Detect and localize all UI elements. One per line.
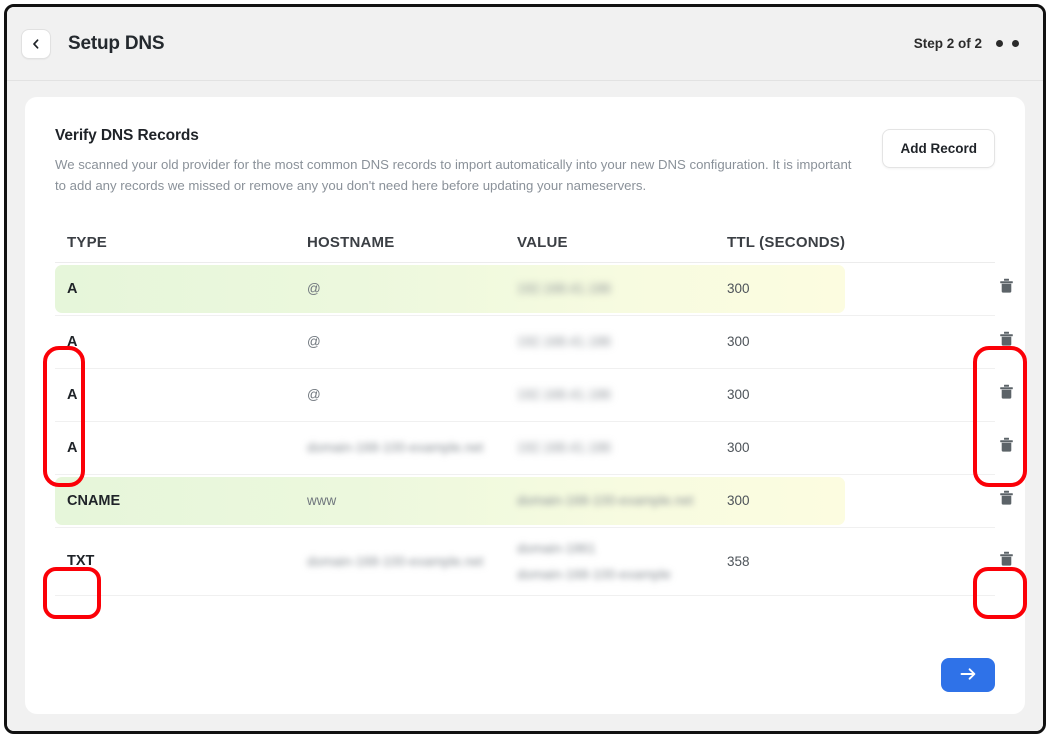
trash-icon[interactable] bbox=[999, 490, 1014, 511]
table-row[interactable]: CNAME www domain-168-100-example.net 300 bbox=[55, 475, 995, 528]
card-footer bbox=[941, 658, 995, 692]
record-value: domain-168-100-example.net bbox=[517, 493, 727, 508]
trash-icon[interactable] bbox=[999, 437, 1014, 458]
record-hostname: www bbox=[307, 493, 517, 508]
card-header: Verify DNS Records We scanned your old p… bbox=[55, 127, 995, 197]
record-type: TXT bbox=[55, 553, 307, 569]
page-title: Setup DNS bbox=[68, 33, 164, 55]
record-type: A bbox=[55, 281, 307, 297]
column-header-value: VALUE bbox=[517, 234, 727, 251]
dns-records-table: TYPE HOSTNAME VALUE TTL (SECONDS) A @ 19… bbox=[55, 223, 995, 596]
trash-icon[interactable] bbox=[999, 551, 1014, 572]
record-type: A bbox=[55, 387, 307, 403]
app-window: Setup DNS Step 2 of 2 Verify DNS Records… bbox=[4, 4, 1046, 734]
column-header-ttl: TTL (SECONDS) bbox=[727, 234, 972, 251]
record-type: A bbox=[55, 440, 307, 456]
redacted-hostname: domain-168-100-example.net bbox=[307, 440, 483, 455]
record-ttl: 300 bbox=[727, 387, 972, 402]
chevron-left-icon bbox=[30, 38, 42, 50]
step-dot-1[interactable] bbox=[996, 40, 1003, 47]
record-type: CNAME bbox=[55, 493, 307, 509]
redacted-value-line-1: domain-1861 bbox=[517, 541, 727, 556]
record-ttl: 358 bbox=[727, 554, 972, 569]
record-value: 192.168.41.186 bbox=[517, 334, 727, 349]
column-header-type: TYPE bbox=[55, 234, 307, 251]
trash-icon[interactable] bbox=[999, 278, 1014, 299]
record-hostname: @ bbox=[307, 334, 517, 349]
record-hostname: domain-168-100-example.net bbox=[307, 440, 517, 455]
record-value: domain-1861 domain-168-100-example bbox=[517, 541, 727, 582]
redacted-value: 192.168.41.186 bbox=[517, 281, 611, 296]
trash-icon[interactable] bbox=[999, 331, 1014, 352]
table-row[interactable]: A @ 192.168.41.186 300 bbox=[55, 316, 995, 369]
record-ttl: 300 bbox=[727, 281, 972, 296]
delete-record-button[interactable] bbox=[972, 490, 1040, 511]
redacted-value: 192.168.41.186 bbox=[517, 440, 611, 455]
table-row[interactable]: A @ 192.168.41.186 300 bbox=[55, 263, 995, 316]
delete-record-button[interactable] bbox=[972, 384, 1040, 405]
record-hostname: domain-168-100-example.net bbox=[307, 554, 517, 569]
record-value: 192.168.41.186 bbox=[517, 387, 727, 402]
delete-record-button[interactable] bbox=[972, 278, 1040, 299]
top-bar: Setup DNS Step 2 of 2 bbox=[7, 7, 1043, 81]
step-dot-2[interactable] bbox=[1012, 40, 1019, 47]
redacted-value: domain-168-100-example.net bbox=[517, 493, 693, 508]
back-button[interactable] bbox=[21, 29, 51, 59]
record-hostname: @ bbox=[307, 387, 517, 402]
delete-record-button[interactable] bbox=[972, 331, 1040, 352]
column-header-hostname: HOSTNAME bbox=[307, 234, 517, 251]
record-ttl: 300 bbox=[727, 334, 972, 349]
table-row[interactable]: A domain-168-100-example.net 192.168.41.… bbox=[55, 422, 995, 475]
table-row[interactable]: A @ 192.168.41.186 300 bbox=[55, 369, 995, 422]
step-indicator: Step 2 of 2 bbox=[914, 36, 1019, 51]
redacted-value: 192.168.41.186 bbox=[517, 334, 611, 349]
delete-record-button[interactable] bbox=[972, 437, 1040, 458]
card-header-text: Verify DNS Records We scanned your old p… bbox=[55, 127, 882, 197]
redacted-value-line-2: domain-168-100-example bbox=[517, 567, 727, 582]
record-type: A bbox=[55, 334, 307, 350]
record-ttl: 300 bbox=[727, 493, 972, 508]
record-value: 192.168.41.186 bbox=[517, 440, 727, 455]
step-label: Step 2 of 2 bbox=[914, 36, 982, 51]
arrow-right-icon bbox=[960, 667, 977, 684]
trash-icon[interactable] bbox=[999, 384, 1014, 405]
record-hostname: @ bbox=[307, 281, 517, 296]
delete-record-button[interactable] bbox=[972, 551, 1040, 572]
table-row[interactable]: TXT domain-168-100-example.net domain-18… bbox=[55, 528, 995, 596]
step-dots bbox=[996, 40, 1019, 47]
redacted-value: 192.168.41.186 bbox=[517, 387, 611, 402]
content-area: Verify DNS Records We scanned your old p… bbox=[7, 81, 1043, 734]
card-title: Verify DNS Records bbox=[55, 127, 862, 145]
record-ttl: 300 bbox=[727, 440, 972, 455]
add-record-button[interactable]: Add Record bbox=[882, 129, 995, 168]
verify-dns-records-card: Verify DNS Records We scanned your old p… bbox=[25, 97, 1025, 714]
table-header-row: TYPE HOSTNAME VALUE TTL (SECONDS) bbox=[55, 223, 995, 263]
record-value: 192.168.41.186 bbox=[517, 281, 727, 296]
next-step-button[interactable] bbox=[941, 658, 995, 692]
redacted-hostname: domain-168-100-example.net bbox=[307, 554, 483, 569]
card-description: We scanned your old provider for the mos… bbox=[55, 154, 862, 197]
